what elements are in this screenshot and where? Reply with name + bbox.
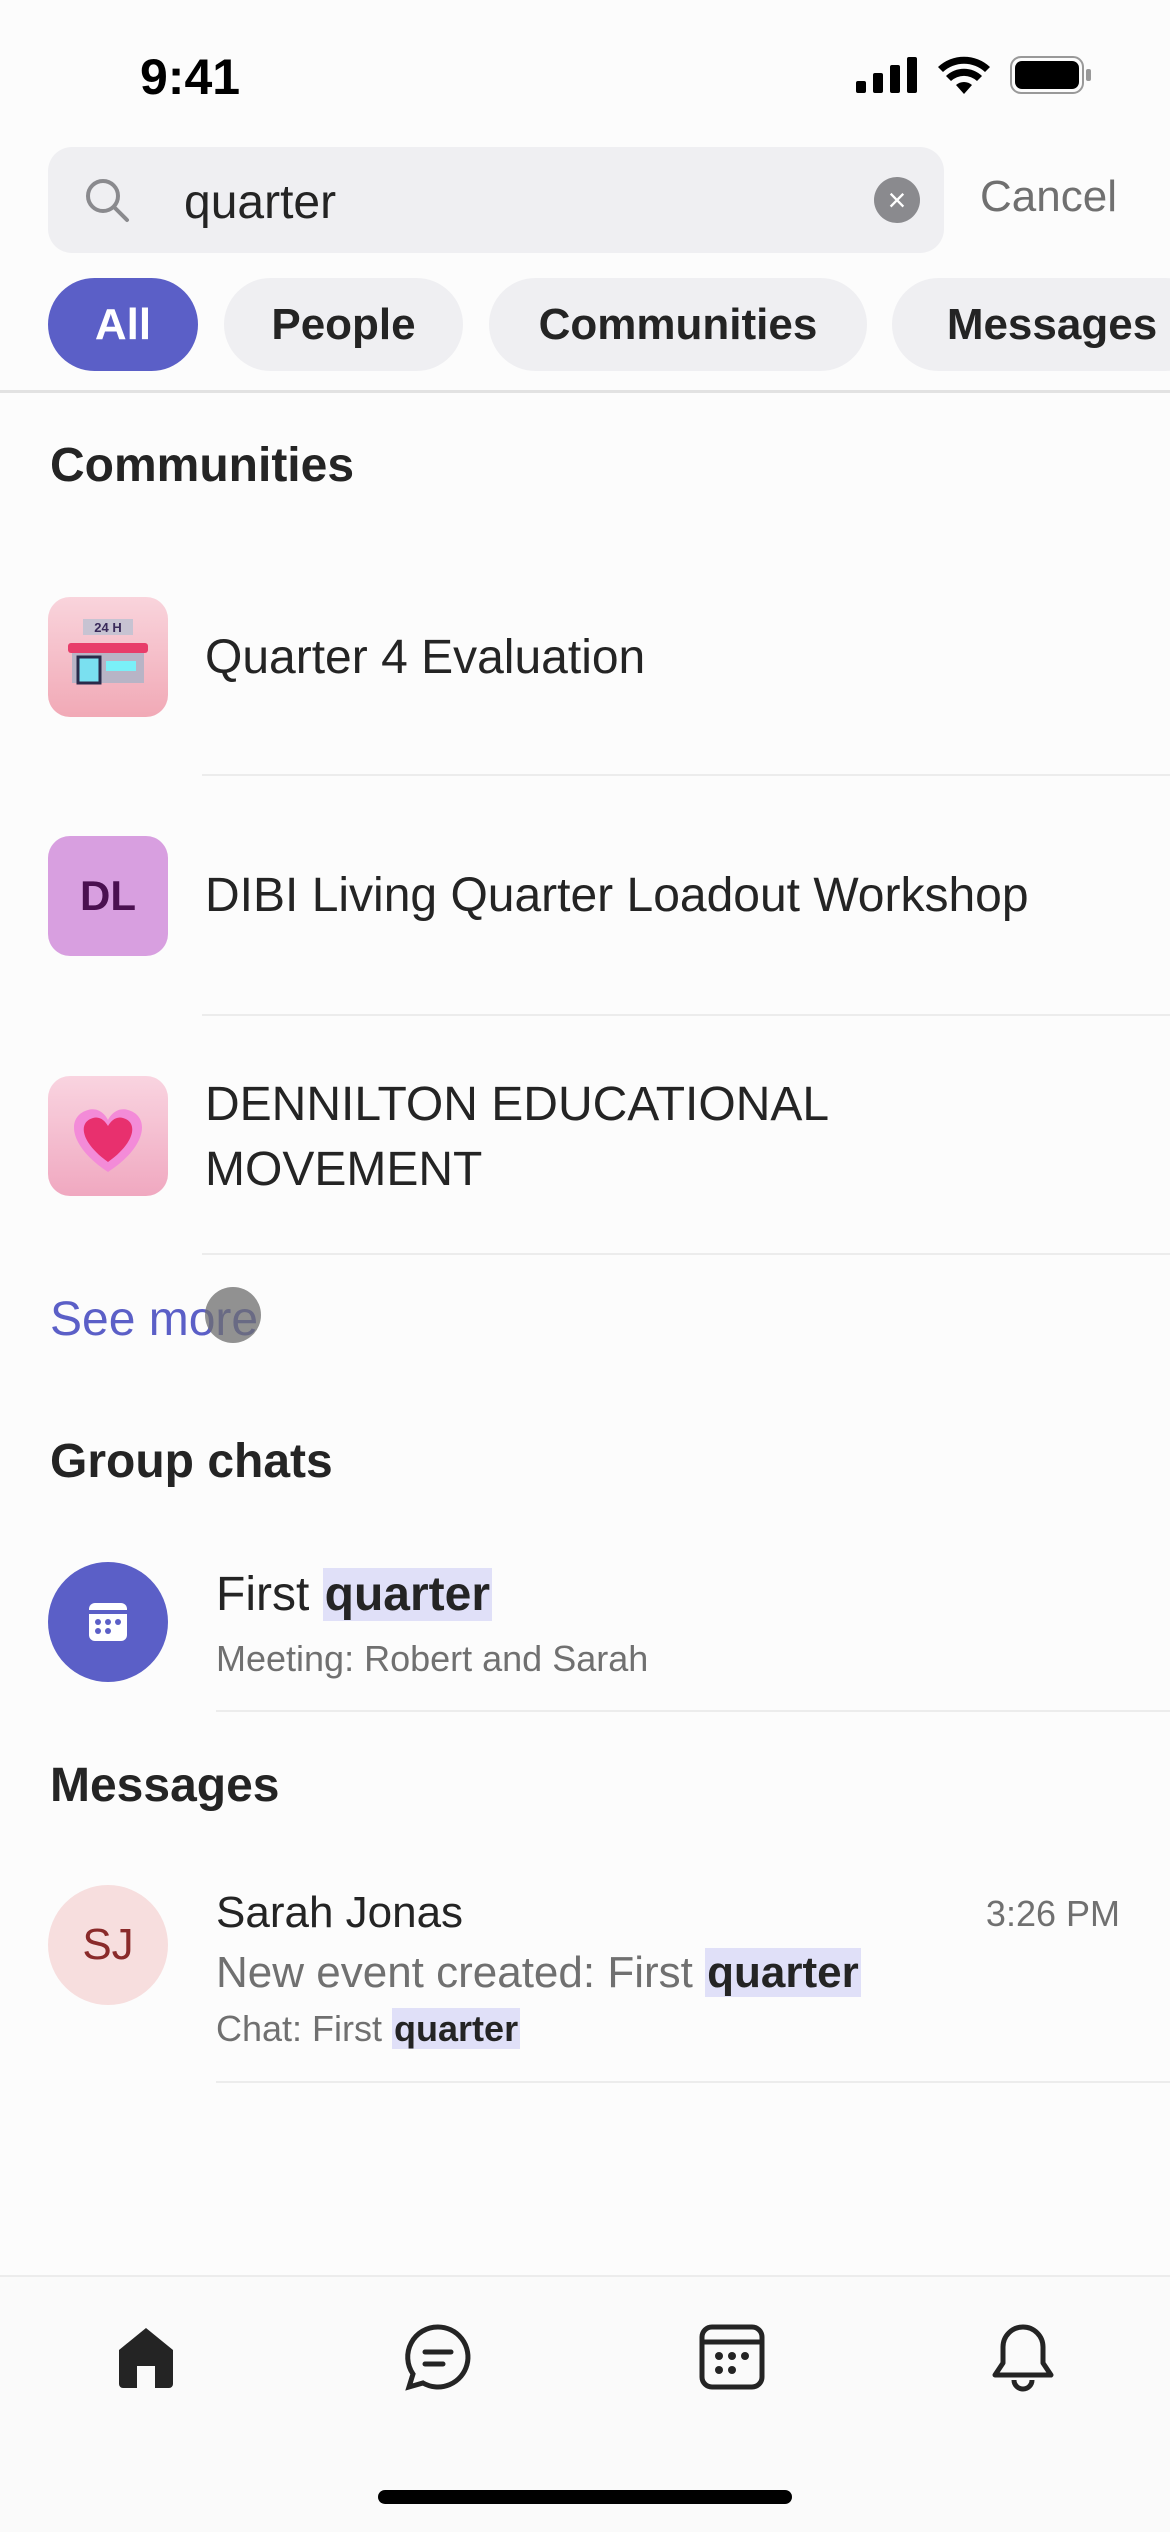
search-icon xyxy=(86,179,129,222)
signal-icon xyxy=(856,57,917,93)
community-avatar: DL xyxy=(48,836,168,956)
section-messages: Messages xyxy=(50,1759,280,1812)
chat-icon[interactable] xyxy=(402,2322,474,2392)
message-sender: Sarah Jonas xyxy=(216,1888,464,1937)
community-name-line1: DENNILTON EDUCATIONAL xyxy=(205,1078,830,1131)
search-input[interactable]: quarter × xyxy=(48,147,944,253)
search-match-highlight: quarter xyxy=(392,2008,521,2049)
filter-people[interactable]: People xyxy=(224,278,463,371)
message-chat-name: Chat: First quarter xyxy=(216,2008,521,2050)
filter-communities[interactable]: Communities xyxy=(489,278,867,371)
status-time: 9:41 xyxy=(140,49,241,105)
store-24h-icon: 24 H xyxy=(48,597,168,717)
chat-text: Chat: First xyxy=(216,2008,383,2049)
divider xyxy=(0,390,1170,393)
section-communities: Communities xyxy=(50,439,355,492)
status-icons xyxy=(856,56,1092,94)
filter-all[interactable]: All xyxy=(48,278,198,371)
wifi-icon xyxy=(938,56,990,94)
cancel-button[interactable]: Cancel xyxy=(980,172,1117,222)
search-match-highlight: quarter xyxy=(322,1568,493,1621)
group-chat-subtitle: Meeting: Robert and Sarah xyxy=(216,1638,649,1679)
battery-icon xyxy=(1010,56,1091,94)
message-time: 3:26 PM xyxy=(985,1893,1120,1934)
community-name: DIBI Living Quarter Loadout Workshop xyxy=(205,869,1029,922)
bell-icon[interactable] xyxy=(988,2322,1058,2394)
clear-search-button[interactable]: × xyxy=(874,177,920,223)
svg-text:24 H: 24 H xyxy=(94,620,121,635)
calendar-icon[interactable] xyxy=(697,2322,767,2392)
separator xyxy=(216,1710,1170,1712)
group-chat-title: First quarter xyxy=(216,1567,493,1622)
touch-indicator xyxy=(205,1287,261,1343)
message-preview: New event created: First quarter xyxy=(216,1948,861,1998)
title-text: First xyxy=(216,1568,310,1621)
section-group-chats: Group chats xyxy=(50,1435,333,1488)
home-icon[interactable] xyxy=(113,2322,179,2392)
heart-icon xyxy=(48,1076,168,1196)
avatar: SJ xyxy=(48,1885,168,2005)
filter-messages[interactable]: Messages xyxy=(892,278,1170,371)
group-chat-row[interactable] xyxy=(0,1545,1170,1711)
search-query: quarter xyxy=(184,176,337,229)
separator xyxy=(216,2081,1170,2083)
calendar-icon xyxy=(48,1562,168,1682)
home-indicator[interactable] xyxy=(378,2490,792,2504)
community-name: Quarter 4 Evaluation xyxy=(205,631,646,684)
separator xyxy=(202,1253,1170,1255)
preview-text: New event created: First xyxy=(216,1948,693,1997)
community-name-line2: MOVEMENT xyxy=(205,1143,483,1196)
search-match-highlight: quarter xyxy=(705,1948,861,1997)
